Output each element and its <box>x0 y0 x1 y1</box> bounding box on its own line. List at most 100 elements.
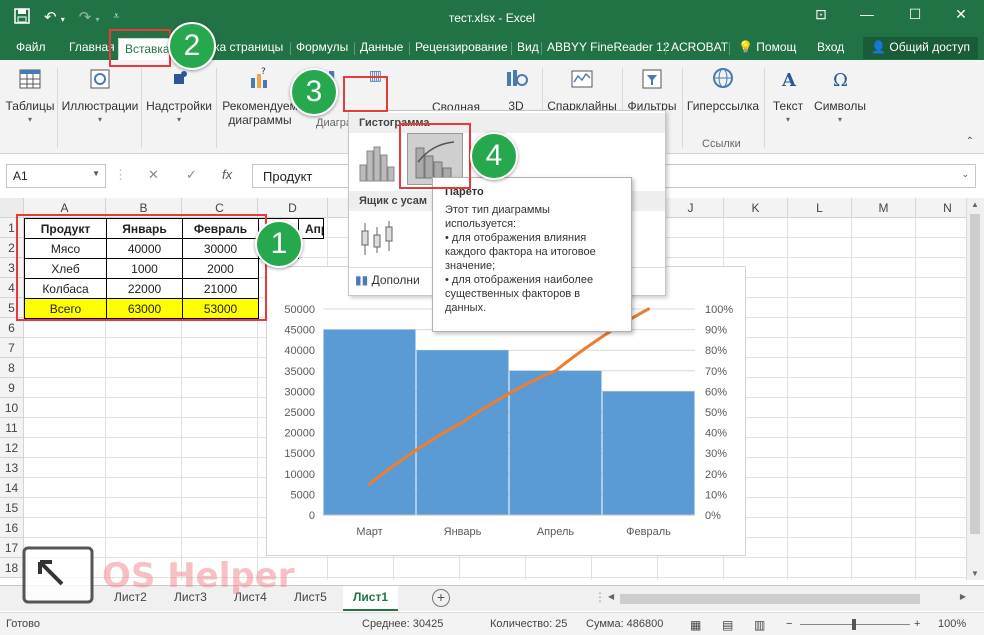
sparklines-button[interactable]: Спарклайны <box>546 66 618 113</box>
histogram-option[interactable] <box>357 141 397 185</box>
row-header-8[interactable]: 8 <box>0 358 24 378</box>
tab-data[interactable]: Данные <box>360 40 403 54</box>
scroll-left-icon[interactable]: ◀ <box>608 592 614 601</box>
column-header-l[interactable]: L <box>788 198 852 218</box>
status-average: Среднее: 30425 <box>362 618 444 630</box>
window-title: тест.xlsx - Excel <box>448 11 536 25</box>
scroll-down-icon[interactable]: ▼ <box>971 569 979 578</box>
column-header-m[interactable]: M <box>852 198 916 218</box>
y-axis-tick-label: 0 <box>309 510 315 522</box>
y-axis-tick-label: 50000 <box>284 304 315 316</box>
chart-bar <box>323 329 416 515</box>
tell-me-label: Помощ <box>756 40 797 54</box>
enter-icon[interactable]: ✓ <box>186 167 197 183</box>
row-header-10[interactable]: 10 <box>0 398 24 418</box>
chevron-down-icon: ▾ <box>785 115 790 124</box>
box-whisker-option[interactable] <box>357 217 397 261</box>
cancel-icon[interactable]: ✕ <box>148 167 159 183</box>
y-axis-tick-label: 35000 <box>284 366 315 378</box>
maximize-button[interactable]: ☐ <box>900 6 930 23</box>
hscroll-thumb[interactable] <box>620 594 920 604</box>
hyperlink-button[interactable]: Гиперссылка <box>684 66 762 113</box>
text-button[interactable]: A Текст ▾ <box>768 66 808 127</box>
tab-page-layout[interactable]: ка страницы <box>214 40 283 54</box>
row-header-7[interactable]: 7 <box>0 338 24 358</box>
name-box[interactable]: A1 ▼ <box>6 164 106 188</box>
symbols-button[interactable]: Ω Символы ▾ <box>812 66 868 127</box>
filters-button[interactable]: Фильтры <box>624 66 680 113</box>
page-layout-view-icon[interactable]: ▤ <box>722 618 733 632</box>
sign-in-link[interactable]: Вход <box>817 40 844 54</box>
y-axis-tick-label: 10000 <box>284 469 315 481</box>
zoom-slider-thumb[interactable] <box>852 619 856 630</box>
column-header-d[interactable]: D <box>258 198 328 218</box>
chevron-down-icon: ▾ <box>176 115 181 124</box>
highlight-box-stat-chart <box>343 76 388 112</box>
filter-icon <box>642 69 662 89</box>
row-header-12[interactable]: 12 <box>0 438 24 458</box>
row-header-16[interactable]: 16 <box>0 518 24 538</box>
chart-bar <box>416 350 509 515</box>
y-axis-tick-label: 40000 <box>284 345 315 357</box>
addins-label: Надстройки <box>146 99 212 113</box>
page-break-view-icon[interactable]: ▥ <box>754 618 765 632</box>
expand-formula-icon[interactable]: ⌄ <box>961 169 969 180</box>
scroll-thumb[interactable] <box>970 214 980 534</box>
tab-separator <box>409 42 410 55</box>
recommended-charts-button[interactable]: ? Рекомендуем диаграммы <box>220 66 300 127</box>
y2-axis-tick-label: 100% <box>705 304 733 316</box>
column-header-n[interactable]: N <box>916 198 966 218</box>
scroll-up-icon[interactable]: ▲ <box>971 200 979 209</box>
zoom-in-icon[interactable]: + <box>914 618 920 630</box>
collapse-ribbon-icon[interactable]: ⌃ <box>966 136 974 147</box>
row-header-9[interactable]: 9 <box>0 378 24 398</box>
minimize-button[interactable]: — <box>852 6 882 22</box>
tab-abbyy[interactable]: ABBYY FineReader 12 <box>547 40 670 54</box>
row-header-11[interactable]: 11 <box>0 418 24 438</box>
tab-acrobat[interactable]: ACROBAT <box>671 40 728 54</box>
box-whisker-icon <box>361 221 393 255</box>
chart-bar <box>602 391 695 515</box>
row-header-15[interactable]: 15 <box>0 498 24 518</box>
horizontal-scrollbar[interactable]: ◀ ▶ <box>606 592 968 606</box>
close-button[interactable]: ✕ <box>946 6 976 23</box>
tables-label: Таблицы <box>5 99 55 113</box>
column-header-j[interactable]: J <box>658 198 724 218</box>
y-axis-tick-label: 30000 <box>284 386 315 398</box>
tab-home[interactable]: Главная <box>69 40 115 54</box>
tab-review[interactable]: Рецензирование <box>415 40 508 54</box>
tab-separator <box>354 42 355 55</box>
tab-file[interactable]: Файл <box>16 40 46 54</box>
tooltip-body-1: Этот тип диаграммы используется: <box>445 204 550 230</box>
more-charts-link[interactable]: ▮▮ Дополни <box>355 273 420 287</box>
share-button[interactable]: 👤 Общий доступ <box>863 37 978 59</box>
row-header-6[interactable]: 6 <box>0 318 24 338</box>
row-header-13[interactable]: 13 <box>0 458 24 478</box>
normal-view-icon[interactable]: ▦ <box>690 618 701 632</box>
column-header-k[interactable]: K <box>724 198 788 218</box>
scroll-right-icon[interactable]: ▶ <box>960 592 966 601</box>
vertical-scrollbar[interactable]: ▲ ▼ <box>966 198 984 580</box>
ribbon-display-options-icon[interactable]: ⊡ <box>806 6 836 23</box>
map-3d-button[interactable]: 3D <box>496 66 536 113</box>
zoom-out-icon[interactable]: − <box>786 618 792 630</box>
sheet-tab-1[interactable]: Лист1 <box>343 586 399 611</box>
tab-formulas[interactable]: Формулы <box>296 40 348 54</box>
addins-button[interactable]: Надстройки ▾ <box>144 66 214 127</box>
recommended-charts-label-2: диаграммы <box>228 113 292 127</box>
tab-view[interactable]: Вид <box>517 40 539 54</box>
row-header-14[interactable]: 14 <box>0 478 24 498</box>
tooltip-body-3: • для отображения наиболее существенных … <box>445 274 594 314</box>
row-header-18[interactable]: 18 <box>0 558 24 578</box>
tables-button[interactable]: Таблицы ▾ <box>4 66 56 127</box>
tab-split-icon[interactable]: ⋮ <box>594 590 606 604</box>
y-axis-tick-label: 15000 <box>284 448 315 460</box>
add-sheet-button[interactable]: + <box>432 589 450 607</box>
grid-line <box>787 218 788 580</box>
zoom-level[interactable]: 100% <box>938 618 966 630</box>
illustrations-button[interactable]: Иллюстрации ▾ <box>60 66 140 127</box>
callout-3: 3 <box>290 68 338 116</box>
row-header-17[interactable]: 17 <box>0 538 24 558</box>
insert-function-icon[interactable]: fx <box>222 167 232 182</box>
tab-tell-me[interactable]: 💡 Помощ <box>738 40 796 54</box>
